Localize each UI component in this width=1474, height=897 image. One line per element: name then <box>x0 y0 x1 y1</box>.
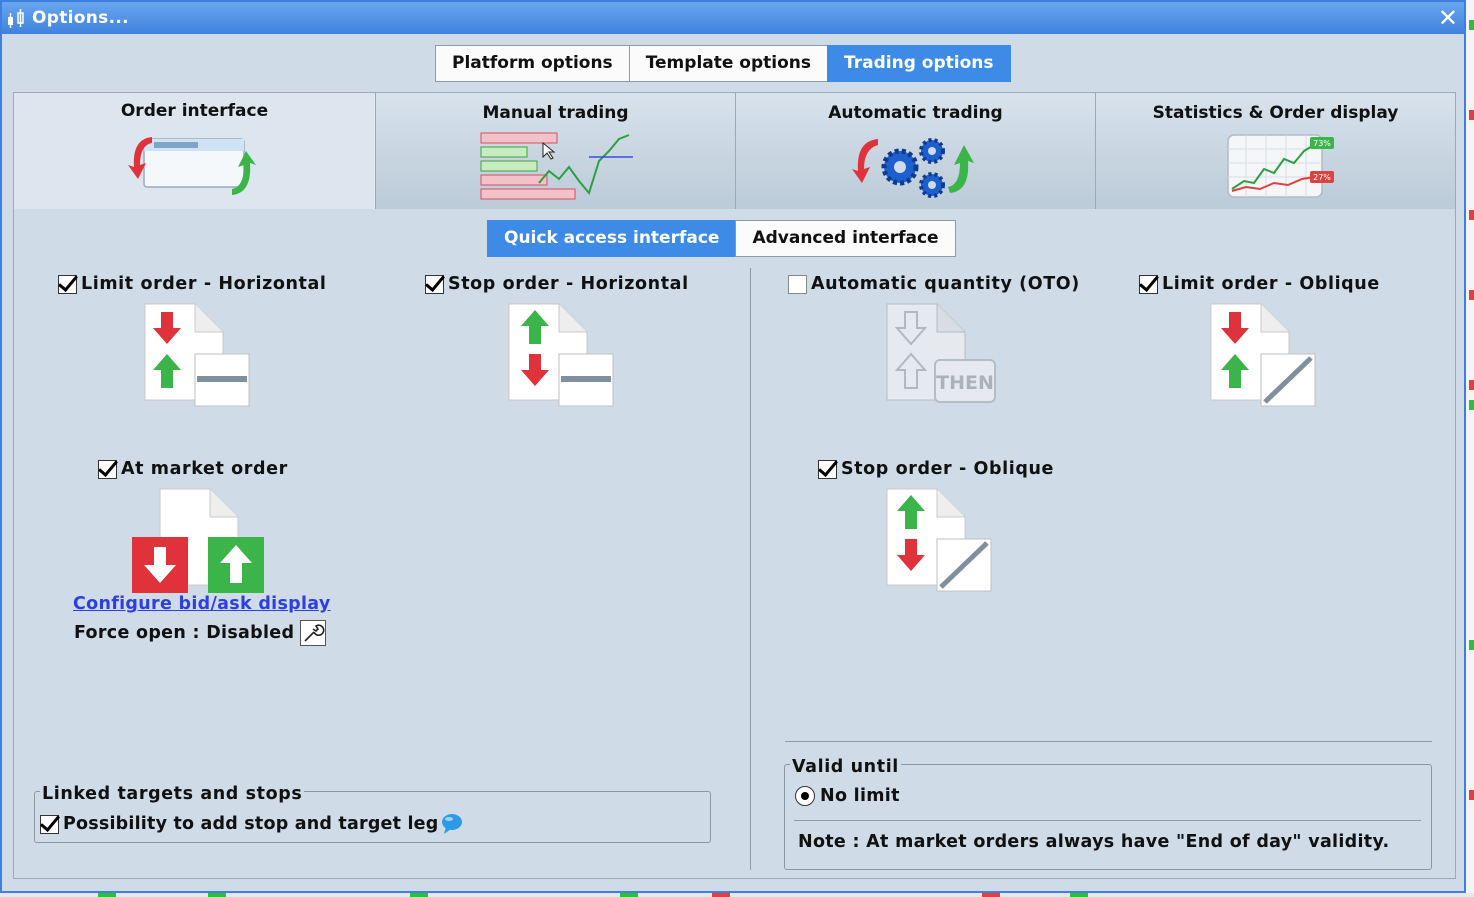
force-open-status: Force open : Disabled <box>74 620 327 646</box>
stop-order-horizontal-checkbox[interactable] <box>425 274 444 294</box>
automatic-quantity-checkbox[interactable] <box>788 274 807 294</box>
tab-trading-options[interactable]: Trading options <box>827 45 1011 82</box>
tab-automatic-trading-label: Automatic trading <box>828 103 1003 123</box>
validity-note: Note : At market orders always have "End… <box>798 832 1390 852</box>
valid-until-group <box>784 764 1432 870</box>
tab-quick-access-interface[interactable]: Quick access interface <box>487 220 737 257</box>
limit-order-horizontal-checkbox[interactable] <box>58 274 77 294</box>
tab-automatic-trading[interactable]: Automatic trading <box>735 92 1096 210</box>
tab-order-interface-label: Order interface <box>120 101 269 121</box>
stop-order-oblique-icon <box>886 488 992 592</box>
tab-order-interface[interactable]: Order interface <box>13 92 376 212</box>
configure-bid-ask-link[interactable]: Configure bid/ask display <box>73 594 331 614</box>
limit-order-horizontal-icon <box>144 303 250 407</box>
automatic-trading-icon <box>852 138 974 198</box>
add-stop-target-leg-checkbox[interactable] <box>40 814 59 834</box>
category-tab-bar: Order interface Manual trading Automatic… <box>13 92 1456 212</box>
stop-order-horizontal-option[interactable]: Stop order - Horizontal <box>425 274 689 294</box>
limit-order-horizontal-option[interactable]: Limit order - Horizontal <box>58 274 327 294</box>
add-stop-target-leg-label: Possibility to add stop and target leg <box>63 814 439 834</box>
at-market-order-label: At market order <box>121 459 288 479</box>
limit-order-horizontal-label: Limit order - Horizontal <box>81 274 327 294</box>
tab-statistics-order-display[interactable]: Statistics & Order display 73% 27% <box>1095 92 1456 210</box>
at-market-order-option[interactable]: At market order <box>98 459 288 479</box>
automatic-quantity-label: Automatic quantity (OTO) <box>811 274 1080 294</box>
at-market-order-checkbox[interactable] <box>98 459 117 479</box>
limit-order-oblique-icon <box>1210 303 1316 407</box>
force-open-label: Force open : Disabled <box>74 623 295 643</box>
add-stop-target-leg-option[interactable]: Possibility to add stop and target leg <box>40 813 464 835</box>
oto-then-icon: THEN <box>886 303 996 403</box>
valid-until-legend: Valid until <box>790 757 901 777</box>
title-bar[interactable]: Options... ✕ <box>2 2 1464 34</box>
limit-order-oblique-label: Limit order - Oblique <box>1162 274 1380 294</box>
top-tab-bar: Platform options Template options Tradin… <box>435 45 1011 82</box>
order-interface-icon <box>128 137 256 195</box>
wrench-icon[interactable] <box>300 620 327 646</box>
tab-template-options[interactable]: Template options <box>628 45 829 82</box>
candlestick-app-icon <box>8 9 24 28</box>
no-limit-option[interactable]: No limit <box>795 786 900 806</box>
stop-order-oblique-label: Stop order - Oblique <box>841 459 1054 479</box>
valid-until-divider <box>794 820 1421 821</box>
linked-targets-legend: Linked targets and stops <box>40 784 305 804</box>
options-dialog: Options... ✕ Platform options Template o… <box>0 0 1466 893</box>
background-app-strip <box>1466 0 1474 897</box>
no-limit-label: No limit <box>820 786 900 806</box>
section-divider <box>785 741 1432 742</box>
window-title: Options... <box>32 8 129 28</box>
stop-order-oblique-option[interactable]: Stop order - Oblique <box>818 459 1054 479</box>
limit-order-oblique-option[interactable]: Limit order - Oblique <box>1139 274 1380 294</box>
tab-manual-trading-label: Manual trading <box>482 103 629 123</box>
close-icon[interactable]: ✕ <box>1438 4 1458 32</box>
stats-high-badge: 73% <box>1313 139 1331 148</box>
then-text: THEN <box>936 372 994 394</box>
column-divider <box>750 268 751 870</box>
automatic-quantity-option[interactable]: Automatic quantity (OTO) <box>788 274 1080 294</box>
manual-trading-icon <box>480 132 633 200</box>
tab-manual-trading[interactable]: Manual trading <box>375 92 736 210</box>
limit-order-oblique-checkbox[interactable] <box>1139 274 1158 294</box>
stop-order-horizontal-label: Stop order - Horizontal <box>448 274 689 294</box>
speech-bubble-icon[interactable] <box>440 813 464 835</box>
stop-order-horizontal-icon <box>508 303 614 407</box>
stats-low-badge: 27% <box>1313 173 1331 182</box>
tab-platform-options[interactable]: Platform options <box>435 45 630 82</box>
no-limit-radio[interactable] <box>795 786 815 806</box>
background-app-bottom <box>0 893 1474 897</box>
stop-order-oblique-checkbox[interactable] <box>818 459 837 479</box>
statistics-chart-icon: 73% 27% <box>1227 134 1334 198</box>
tab-advanced-interface[interactable]: Advanced interface <box>735 220 956 257</box>
at-market-order-icon <box>132 488 264 593</box>
tab-statistics-label: Statistics & Order display <box>1152 103 1399 123</box>
interface-mode-tabs: Quick access interface Advanced interfac… <box>487 220 956 257</box>
